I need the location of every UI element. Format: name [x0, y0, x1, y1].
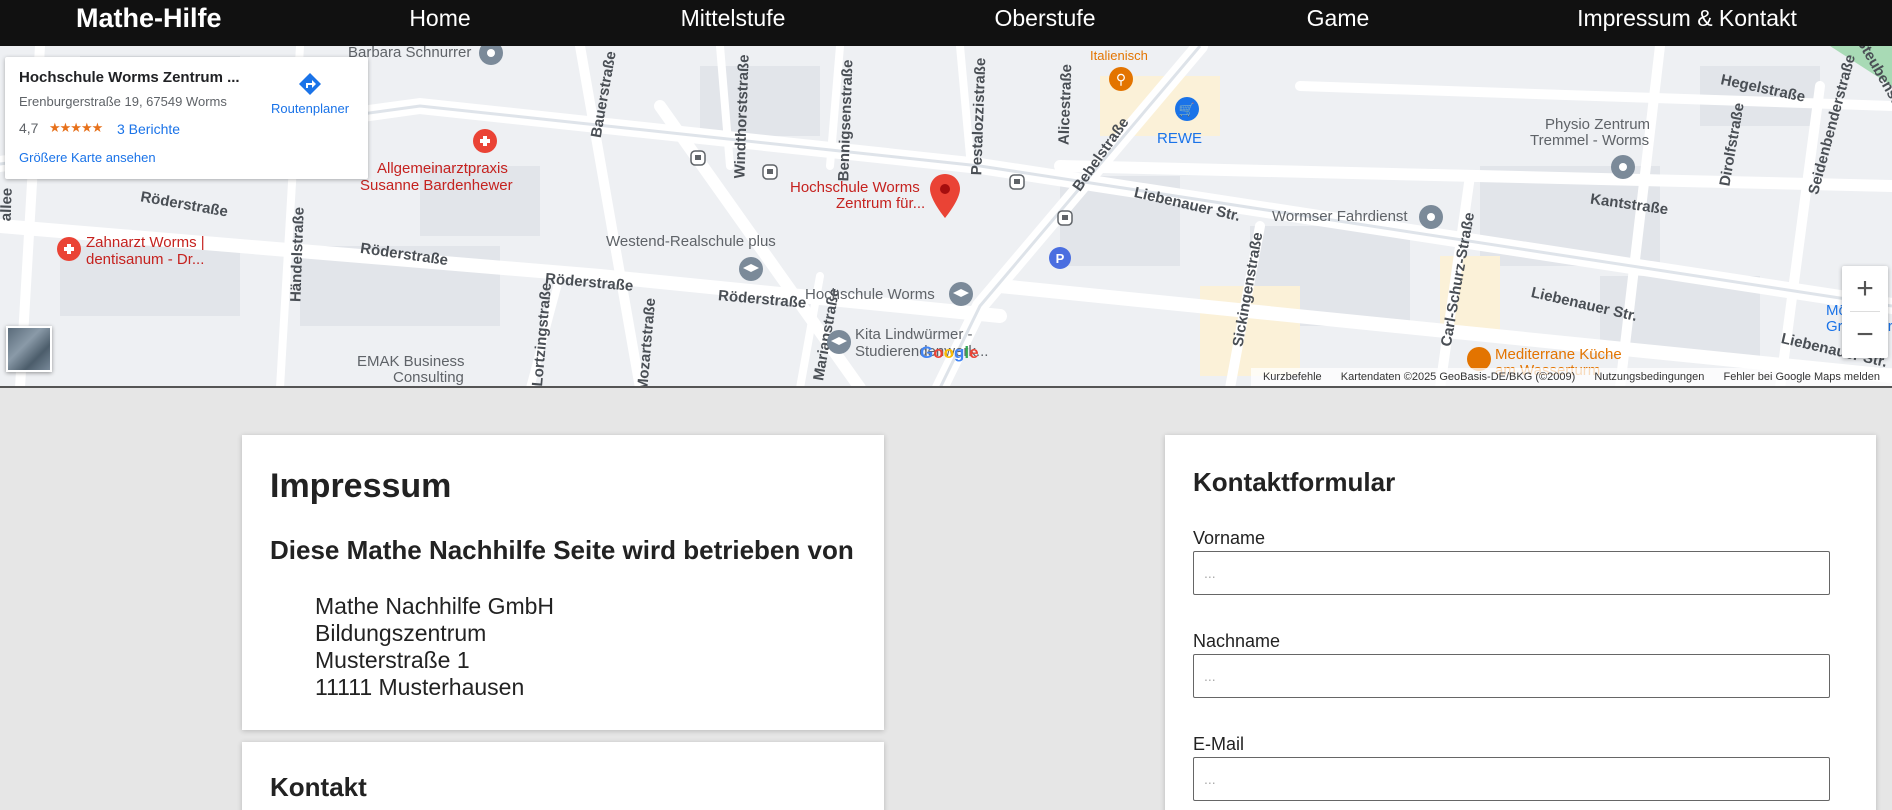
location-pin-icon[interactable]	[930, 174, 960, 218]
pin-label: Zentrum für...	[836, 195, 926, 212]
google-map-embed[interactable]: Röderstraße Röderstraße Röderstraße Röde…	[0, 46, 1892, 388]
nav-link-oberstufe[interactable]: Oberstufe	[986, 0, 1104, 40]
place-address: Erenburgerstraße 19, 67549 Worms	[19, 94, 227, 109]
health-icon[interactable]	[1610, 154, 1636, 180]
bus-stop-icon[interactable]	[762, 164, 778, 180]
pin-label: Hochschule Worms	[790, 179, 920, 196]
impressum-heading: Impressum	[270, 467, 452, 505]
restaurant-icon[interactable]: ⚲	[1108, 66, 1134, 92]
bus-stop-icon[interactable]	[690, 150, 706, 166]
last-name-input[interactable]	[1193, 654, 1830, 698]
poi-label: dentisanum - Dr...	[86, 251, 205, 268]
street-label: allee	[0, 187, 16, 222]
place-rating: 4,7	[19, 120, 39, 136]
place-icon[interactable]	[1418, 204, 1444, 230]
top-navbar: Mathe-Hilfe Home Mittelstufe Oberstufe G…	[0, 0, 1892, 46]
medical-icon[interactable]	[56, 236, 82, 262]
school-icon[interactable]	[948, 281, 974, 307]
larger-map-link[interactable]: Größere Karte ansehen	[19, 150, 156, 165]
directions-label: Routenplaner	[270, 101, 350, 116]
poi-label: Hochschule Worms	[805, 286, 935, 303]
poi-label: Wormser Fahrdienst	[1272, 208, 1408, 225]
keyboard-shortcuts-link[interactable]: Kurzbefehle	[1263, 371, 1322, 383]
bus-stop-icon[interactable]	[1057, 210, 1073, 226]
address-line: Mathe Nachhilfe GmbH	[315, 593, 555, 619]
first-name-label: Vorname	[1193, 528, 1266, 548]
kontakt-card: Kontakt	[242, 742, 884, 810]
address-line: 11111 Musterhausen	[315, 674, 525, 700]
poi-label: Allgemeinarztpraxis	[377, 160, 508, 177]
report-error-link[interactable]: Fehler bei Google Maps melden	[1723, 371, 1880, 383]
place-info-card: Hochschule Worms Zentrum ... Erenburgers…	[5, 57, 368, 179]
street-label: Händelstraße	[287, 206, 308, 303]
last-name-label: Nachname	[1193, 631, 1281, 651]
nav-link-game[interactable]: Game	[1300, 0, 1376, 40]
terms-link[interactable]: Nutzungsbedingungen	[1594, 371, 1704, 383]
nav-link-home[interactable]: Home	[395, 0, 485, 40]
kontakt-heading: Kontakt	[270, 772, 367, 802]
poi-label: Consulting	[393, 369, 464, 386]
parking-icon[interactable]: P	[1048, 246, 1072, 270]
poi-label: Kita Lindwürmer -	[855, 326, 973, 343]
map-attribution: Kurzbefehle Kartendaten ©2025 GeoBasis-D…	[1250, 368, 1892, 386]
brand-logo-link[interactable]: Mathe-Hilfe	[76, 0, 222, 40]
svg-text:⚲: ⚲	[1116, 71, 1126, 87]
nav-link-mittelstufe[interactable]: Mittelstufe	[672, 0, 794, 40]
bus-stop-icon[interactable]	[1009, 174, 1025, 190]
email-label: E-Mail	[1193, 734, 1245, 754]
reviews-link[interactable]: 3 Berichte	[117, 121, 180, 137]
impressum-card: Impressum Diese Mathe Nachhilfe Seite wi…	[242, 435, 884, 730]
poi-label: Tremmel - Worms	[1530, 132, 1650, 149]
address-line: Bildungszentrum	[315, 620, 487, 646]
poi-label: Italienisch	[1090, 48, 1148, 63]
zoom-out-button[interactable]: −	[1842, 312, 1888, 358]
place-icon[interactable]	[478, 46, 504, 66]
svg-text:🛒: 🛒	[1179, 102, 1195, 117]
email-input[interactable]	[1193, 757, 1830, 801]
directions-icon	[299, 73, 321, 95]
place-title: Hochschule Worms Zentrum ...	[19, 69, 240, 86]
form-heading: Kontaktformular	[1193, 467, 1396, 497]
address-line: Musterstraße 1	[315, 647, 470, 673]
operator-subheading: Diese Mathe Nachhilfe Seite wird betrieb…	[270, 535, 854, 565]
first-name-input[interactable]	[1193, 551, 1830, 595]
poi-label: EMAK Business	[357, 353, 465, 370]
zoom-in-button[interactable]: +	[1842, 266, 1888, 312]
svg-text:P: P	[1056, 251, 1065, 266]
poi-label: Physio Zentrum	[1545, 116, 1651, 133]
nav-link-impressum-kontakt[interactable]: Impressum & Kontakt	[1572, 0, 1802, 40]
poi-label: Zahnarzt Worms |	[86, 234, 205, 251]
poi-label: Susanne Bardenhewer	[360, 177, 513, 194]
school-icon[interactable]	[826, 329, 852, 355]
poi-label: REWE	[1157, 130, 1202, 147]
google-logo: Google	[920, 343, 979, 362]
satellite-toggle[interactable]	[6, 326, 52, 372]
contact-form-card: Kontaktformular	[1165, 435, 1876, 810]
directions-button[interactable]: Routenplaner	[263, 71, 357, 116]
school-icon[interactable]	[738, 256, 764, 282]
medical-icon[interactable]	[472, 128, 498, 154]
street-label: Alicestraße	[1055, 63, 1076, 146]
poi-label: Westend-Realschule plus	[606, 233, 776, 250]
rating-stars-icon: ★★★★★	[49, 120, 103, 135]
map-data-credit: Kartendaten ©2025 GeoBasis-DE/BKG (©2009…	[1340, 371, 1576, 383]
zoom-control: + −	[1842, 266, 1888, 358]
poi-label: Mediterrane Küche	[1495, 346, 1622, 363]
shopping-icon[interactable]: 🛒	[1174, 96, 1200, 122]
